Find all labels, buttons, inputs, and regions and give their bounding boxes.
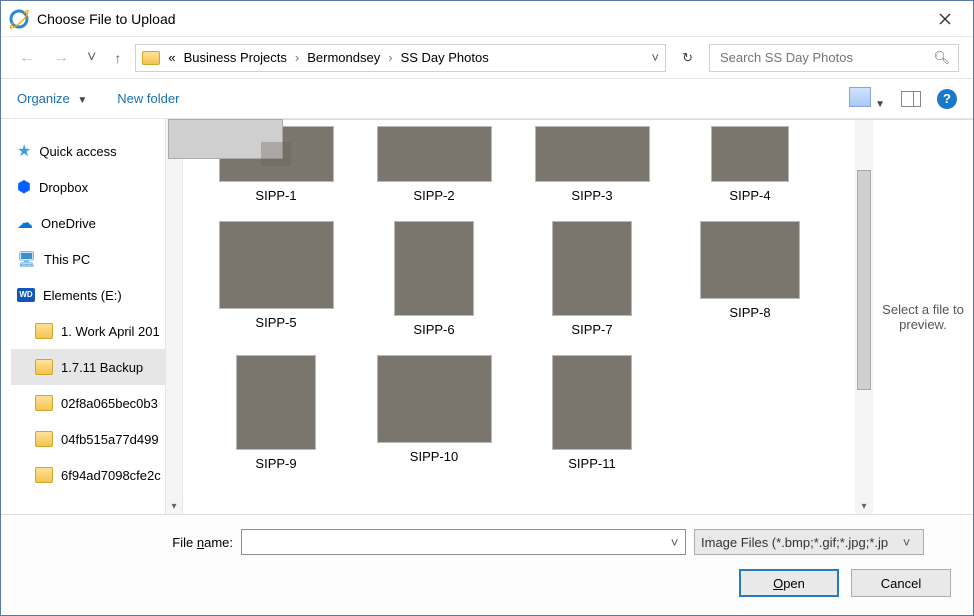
folder-icon	[35, 431, 53, 447]
chevron-down-icon: ▼	[875, 99, 885, 110]
file-item[interactable]: SIPP-10	[359, 355, 509, 471]
new-folder-button[interactable]: New folder	[117, 91, 179, 106]
title-bar: Choose File to Upload	[1, 1, 973, 37]
chevron-right-icon[interactable]: ›	[295, 50, 299, 65]
refresh-button[interactable]: ↻	[676, 50, 699, 66]
ie-icon	[9, 9, 29, 29]
tree-folder-selected[interactable]: 1.7.11 Backup	[11, 349, 165, 385]
nav-tree: ★Quick access ⬢Dropbox ☁OneDrive 🖥This P…	[1, 119, 165, 514]
file-item[interactable]: SIPP-8	[675, 221, 825, 337]
chevron-right-icon[interactable]: ›	[388, 50, 392, 65]
chevron-down-icon[interactable]: ˅	[895, 535, 917, 550]
tree-dropbox[interactable]: ⬢Dropbox	[11, 169, 165, 205]
thumbnail	[552, 355, 632, 450]
file-item[interactable]: SIPP-7	[517, 221, 667, 337]
open-button[interactable]: Open	[739, 569, 839, 597]
tree-onedrive[interactable]: ☁OneDrive	[11, 205, 165, 241]
file-item[interactable]: SIPP-3	[517, 126, 667, 203]
toolbar: Organize ▼ New folder ▼ ?	[1, 79, 973, 119]
search-box[interactable]: 🔍︎	[709, 44, 959, 72]
dialog-body: ★Quick access ⬢Dropbox ☁OneDrive 🖥This P…	[1, 119, 973, 514]
crumb-prefix: «	[168, 50, 175, 65]
thumbnail	[535, 126, 650, 182]
dialog-footer: File name: ˅ Image Files (*.bmp;*.gif;*.…	[1, 514, 973, 615]
cancel-button[interactable]: Cancel	[851, 569, 951, 597]
file-item[interactable]: SIPP-9	[201, 355, 351, 471]
scrollbar-thumb[interactable]	[857, 170, 871, 390]
thumbnail	[377, 126, 492, 182]
view-button[interactable]: ▼	[849, 87, 885, 110]
thumbnail	[236, 355, 316, 450]
filename-combo[interactable]: ˅	[241, 529, 686, 555]
chevron-down-icon: ▼	[77, 95, 87, 106]
address-bar[interactable]: « Business Projects › Bermondsey › SS Da…	[135, 44, 666, 72]
filename-input[interactable]	[242, 530, 663, 554]
pc-icon: 🖥	[17, 250, 36, 268]
tree-elements-drive[interactable]: WDElements (E:)	[11, 277, 165, 313]
thumbnail	[394, 221, 474, 316]
file-item[interactable]: SIPP-6	[359, 221, 509, 337]
search-icon[interactable]: 🔍︎	[933, 50, 950, 66]
filename-label: File name:	[23, 535, 233, 550]
scroll-down-icon[interactable]: ▾	[855, 501, 873, 512]
file-item[interactable]: SIPP-2	[359, 126, 509, 203]
up-button[interactable]: ↑	[110, 50, 125, 66]
drive-icon: WD	[17, 288, 35, 302]
thumbnail	[700, 221, 800, 299]
help-button[interactable]: ?	[937, 89, 957, 109]
file-item[interactable]: SIPP-11	[517, 355, 667, 471]
nav-bar: ← → ˅ ↑ « Business Projects › Bermondsey…	[1, 37, 973, 79]
preview-pane: Select a file to preview.	[873, 120, 973, 514]
address-dropdown[interactable]: ˅	[652, 50, 660, 65]
forward-button[interactable]: →	[49, 49, 73, 67]
tree-folder[interactable]: 6f94ad7098cfe2c	[11, 457, 165, 493]
file-scrollbar[interactable]: ▾	[855, 120, 873, 514]
crumb-ssday[interactable]: SS Day Photos	[401, 50, 489, 65]
folder-icon	[35, 395, 53, 411]
thumbnail	[711, 126, 789, 182]
back-button[interactable]: ←	[15, 49, 39, 67]
filetype-text: Image Files (*.bmp;*.gif;*.jpg;*.jp	[701, 535, 888, 550]
preview-placeholder: Select a file to preview.	[879, 302, 967, 332]
star-icon: ★	[17, 141, 31, 161]
folder-icon	[35, 323, 53, 339]
tree-folder[interactable]: 02f8a065bec0b3	[11, 385, 165, 421]
tree-this-pc[interactable]: 🖥This PC	[11, 241, 165, 277]
tree-folder[interactable]: 1. Work April 201	[11, 313, 165, 349]
dialog-title: Choose File to Upload	[37, 11, 176, 27]
cloud-icon: ☁	[17, 213, 33, 233]
file-list[interactable]: SIPP-1 SIPP-2 SIPP-3 SIPP-4 SIPP-5 SIPP-…	[183, 120, 855, 514]
dropbox-icon: ⬢	[17, 177, 31, 197]
thumbnail	[552, 221, 632, 316]
file-item[interactable]: SIPP-5	[201, 221, 351, 337]
tree-quick-access[interactable]: ★Quick access	[11, 133, 165, 169]
folder-icon	[35, 359, 53, 375]
thumbnail	[377, 355, 492, 443]
folder-icon	[35, 467, 53, 483]
thumbnail	[219, 221, 334, 309]
recent-dropdown[interactable]: ˅	[83, 49, 100, 67]
preview-pane-button[interactable]	[901, 91, 921, 107]
close-button[interactable]	[925, 6, 965, 32]
search-input[interactable]	[718, 49, 933, 66]
crumb-bermondsey[interactable]: Bermondsey	[307, 50, 380, 65]
tree-folder[interactable]: 04fb515a77d499	[11, 421, 165, 457]
folder-icon	[142, 51, 160, 65]
crumb-business[interactable]: Business Projects	[184, 50, 287, 65]
chevron-down-icon[interactable]: ˅	[663, 530, 685, 554]
scroll-down-icon[interactable]: ▾	[166, 501, 182, 512]
tree-scrollbar[interactable]: ▾	[165, 119, 183, 514]
filetype-combo[interactable]: Image Files (*.bmp;*.gif;*.jpg;*.jp ˅	[694, 529, 924, 555]
file-dialog: Choose File to Upload ← → ˅ ↑ « Business…	[0, 0, 974, 616]
organize-button[interactable]: Organize ▼	[17, 91, 87, 106]
file-item[interactable]: SIPP-4	[675, 126, 825, 203]
content-area: SIPP-1 SIPP-2 SIPP-3 SIPP-4 SIPP-5 SIPP-…	[183, 119, 973, 514]
